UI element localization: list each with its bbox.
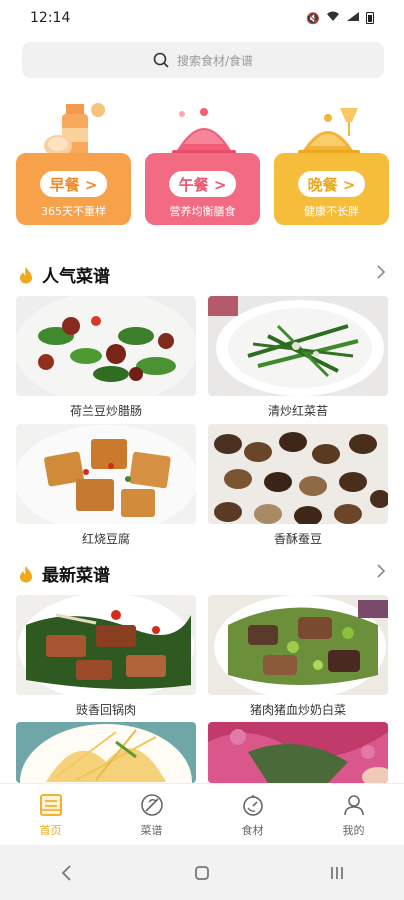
ingredient-icon xyxy=(242,794,263,816)
dish-card[interactable]: 豉香回锅肉 xyxy=(16,595,196,718)
dish-name: 红烧豆腐 xyxy=(81,532,130,546)
dish-name: 豉香回锅肉 xyxy=(75,703,136,717)
dish-image[interactable] xyxy=(16,595,196,695)
search-bar[interactable]: 搜索食材/食谱 xyxy=(22,42,384,78)
dinner-card-body[interactable]: 晚餐 > 健康不长胖 xyxy=(274,153,389,225)
breakfast-label[interactable]: 早餐 > xyxy=(39,171,108,197)
lunch-label[interactable]: 午餐 > xyxy=(168,171,237,197)
search-icon xyxy=(153,52,169,68)
dish-name: 香酥蚕豆 xyxy=(273,532,322,546)
search-placeholder: 搜索食材/食谱 xyxy=(176,53,254,68)
breakfast-subtitle: 365天不重样 xyxy=(41,205,106,218)
home-button-icon[interactable] xyxy=(192,863,212,883)
lunch-card-body[interactable]: 午餐 > 营养均衡膳食 xyxy=(145,153,260,225)
breakfast-illustration xyxy=(44,103,105,157)
back-icon[interactable] xyxy=(57,863,77,883)
recipe-icon xyxy=(140,793,163,816)
dish-card[interactable]: 香酥蚕豆 xyxy=(208,424,388,547)
dinner-illustration xyxy=(298,108,360,155)
dish-image[interactable] xyxy=(208,296,388,396)
dish-card[interactable]: 清炒红菜苔 xyxy=(208,296,388,419)
dish-image[interactable] xyxy=(208,424,388,524)
dish-name: 荷兰豆炒腊肠 xyxy=(69,404,142,418)
tab-profile[interactable]: 我的 xyxy=(303,784,404,845)
tab-ingredients[interactable]: 食材 xyxy=(202,784,303,845)
status-icons: 🔇 xyxy=(306,11,374,25)
dinner-label[interactable]: 晚餐 > xyxy=(297,171,366,197)
popular-section-title: 人气菜谱 xyxy=(18,262,110,287)
popular-more-chevron-icon[interactable] xyxy=(376,265,386,279)
fire-icon xyxy=(20,565,32,582)
dish-name: 清炒红菜苔 xyxy=(267,404,328,418)
breakfast-card-body[interactable]: 早餐 > 365天不重样 xyxy=(16,153,131,225)
dish-image[interactable] xyxy=(16,296,196,396)
dish-image[interactable] xyxy=(208,722,388,783)
status-bar: 12:14 🔇 xyxy=(0,0,404,36)
dish-card[interactable] xyxy=(16,722,196,783)
latest-more-chevron-icon[interactable] xyxy=(376,564,386,578)
dish-card[interactable]: 猪肉猪血炒奶白菜 xyxy=(208,595,388,718)
signal-icon xyxy=(346,11,360,25)
dish-card[interactable]: 荷兰豆炒腊肠 xyxy=(16,296,196,419)
popular-title-text: 人气菜谱 xyxy=(42,267,110,287)
tab-recipes-label: 菜谱 xyxy=(140,823,163,837)
system-nav-bar xyxy=(0,845,404,900)
latest-title-text: 最新菜谱 xyxy=(42,566,110,586)
battery-icon xyxy=(366,12,374,24)
lunch-subtitle: 营养均衡膳食 xyxy=(169,205,236,218)
dinner-subtitle: 健康不长胖 xyxy=(304,205,359,218)
dish-card[interactable] xyxy=(208,722,388,783)
dish-card[interactable]: 红烧豆腐 xyxy=(16,424,196,547)
fire-icon xyxy=(20,266,32,283)
dish-image[interactable] xyxy=(208,595,388,695)
dish-image[interactable] xyxy=(16,722,196,783)
tab-home[interactable]: 首页 xyxy=(0,784,101,845)
dish-name: 猪肉猪血炒奶白菜 xyxy=(249,703,346,717)
tab-home-label: 首页 xyxy=(39,823,62,837)
home-icon xyxy=(39,793,62,816)
dish-image[interactable] xyxy=(16,424,196,524)
status-time: 12:14 xyxy=(30,10,71,26)
profile-icon xyxy=(343,794,364,815)
mute-icon: 🔇 xyxy=(306,11,320,25)
latest-section-title: 最新菜谱 xyxy=(18,561,110,586)
recent-apps-icon[interactable] xyxy=(327,863,347,883)
tab-ingredients-label: 食材 xyxy=(241,823,264,837)
tab-recipes[interactable]: 菜谱 xyxy=(101,784,202,845)
tab-profile-label: 我的 xyxy=(342,823,365,837)
bottom-tab-bar: 首页 菜谱 食材 我的 xyxy=(0,783,404,845)
wifi-icon xyxy=(326,11,340,25)
lunch-illustration xyxy=(172,108,236,155)
